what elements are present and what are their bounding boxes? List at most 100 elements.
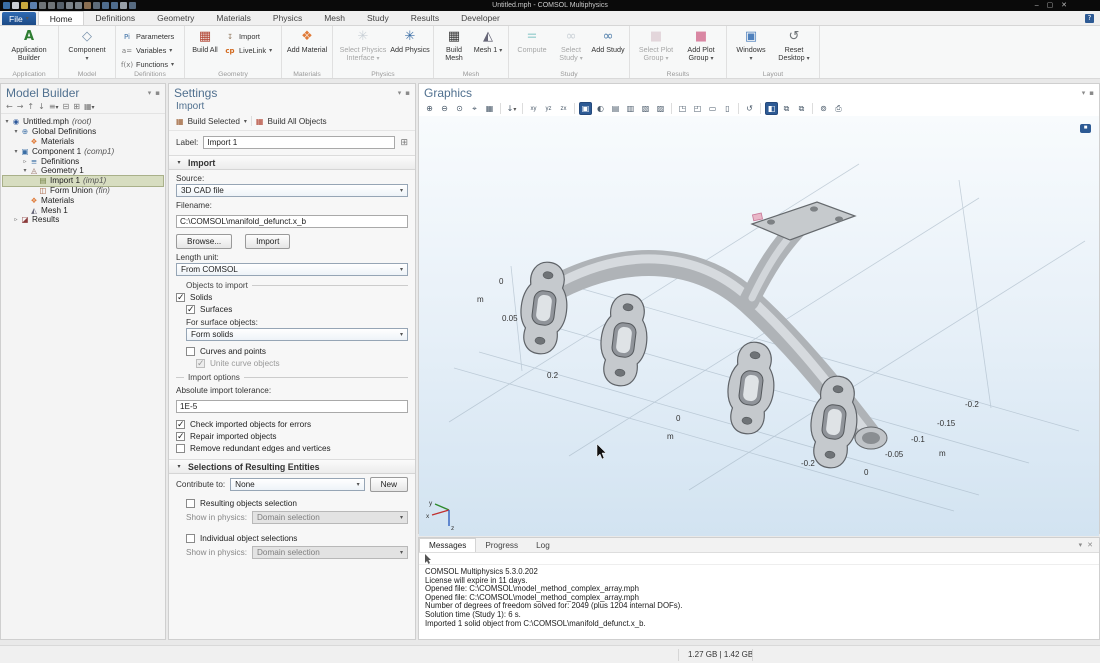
viewport-context-icon[interactable]: ■ — [1080, 124, 1091, 133]
tab-developer[interactable]: Developer — [450, 11, 511, 25]
image-to-clipboard-icon[interactable]: ◰ — [691, 102, 704, 115]
zoom-extents-icon[interactable]: ⌖ — [468, 102, 481, 115]
check-errors-checkbox[interactable] — [176, 420, 185, 429]
reset-current-view-icon[interactable]: ↺ — [743, 102, 756, 115]
solids-checkbox-row[interactable]: Solids — [176, 293, 408, 302]
expander-icon[interactable]: ▹ — [21, 158, 29, 165]
tab-messages[interactable]: Messages — [419, 538, 476, 552]
tab-mesh[interactable]: Mesh — [313, 11, 356, 25]
collapse-all-icon[interactable]: ⊟ — [63, 102, 70, 111]
pin-icon[interactable]: ▪ — [155, 89, 160, 97]
close-icon[interactable]: ✕ — [1087, 541, 1093, 549]
show-filter-icon[interactable]: ≡▾ — [49, 102, 59, 111]
build-all-objects-button[interactable]: Build All Objects — [267, 117, 326, 126]
pointer-icon[interactable] — [424, 554, 432, 564]
tab-progress[interactable]: Progress — [476, 538, 527, 552]
tree-item-materials-global[interactable]: ❖ Materials — [3, 137, 163, 147]
import-button-ribbon[interactable]: ↧ Import — [222, 30, 278, 43]
tab-home[interactable]: Home — [38, 11, 85, 25]
selection-colors-icon[interactable]: ◧ — [765, 102, 778, 115]
repair-checkbox[interactable] — [176, 432, 185, 441]
section-selections[interactable]: ▾Selections of Resulting Entities — [169, 459, 415, 474]
add-physics-button[interactable]: ✳ Add Physics — [390, 28, 430, 54]
label-input[interactable] — [203, 136, 395, 149]
tab-geometry[interactable]: Geometry — [146, 11, 205, 25]
remove-redundant-checkbox-row[interactable]: Remove redundant edges and vertices — [176, 444, 408, 453]
label-options-icon[interactable]: ⊞ — [400, 138, 408, 148]
tab-definitions[interactable]: Definitions — [84, 11, 146, 25]
build-all-button[interactable]: ▦ Build All — [188, 28, 222, 54]
transparency-icon[interactable]: ◐ — [594, 102, 607, 115]
wireframe-rendering-icon[interactable]: ▤ — [609, 102, 622, 115]
tab-physics[interactable]: Physics — [262, 11, 313, 25]
build-selected-button[interactable]: Build Selected — [188, 117, 240, 126]
mesh-1-button[interactable]: ◭ Mesh 1 ▾ — [471, 28, 505, 55]
abs-tolerance-input[interactable] — [176, 400, 408, 413]
tree-item-form-union[interactable]: ◫ Form Union(fin) — [3, 186, 163, 196]
variables-button[interactable]: a= Variables▾ — [119, 44, 181, 57]
tab-results[interactable]: Results — [400, 11, 450, 25]
move-up-icon[interactable]: ↑ — [27, 102, 34, 111]
image-snapshot-icon[interactable]: ◳ — [676, 102, 689, 115]
import-action-button[interactable]: Import — [245, 234, 290, 249]
tree-item-root[interactable]: ▾ ◉ Untitled.mph(root) — [3, 117, 163, 127]
contribute-to-select[interactable]: None▾ — [230, 478, 364, 491]
panel-menu-icon[interactable]: ▾ — [398, 89, 402, 97]
for-surface-objects-select[interactable]: Form solids▾ — [186, 328, 408, 341]
functions-button[interactable]: f(x) Functions▾ — [119, 58, 181, 71]
repair-checkbox-row[interactable]: Repair imported objects — [176, 432, 408, 441]
copy-plot-icon[interactable]: ⧉ — [780, 102, 793, 115]
build-mesh-button[interactable]: ▦ Build Mesh — [437, 28, 471, 63]
expander-icon[interactable]: ▹ — [12, 216, 20, 223]
surfaces-checkbox-row[interactable]: Surfaces — [186, 305, 408, 314]
panel-menu-icon[interactable]: ▾ — [148, 89, 152, 97]
add-study-button[interactable]: ∞ Add Study — [590, 28, 626, 54]
tree-item-global-definitions[interactable]: ▾ ⊕ Global Definitions — [3, 127, 163, 137]
reset-desktop-button[interactable]: ↺ Reset Desktop ▾ — [772, 28, 816, 63]
source-select[interactable]: 3D CAD file▾ — [176, 184, 408, 197]
individual-selections-checkbox[interactable] — [186, 534, 195, 543]
show-hidden-icon[interactable]: ▧ — [639, 102, 652, 115]
panel-menu-icon[interactable]: ▾ — [1079, 541, 1083, 549]
zoom-box-icon[interactable]: ▦ — [483, 102, 496, 115]
go-to-default-view-icon[interactable]: ↓▾ — [505, 102, 518, 115]
duplicate-plot-icon[interactable]: ⧉ — [795, 102, 808, 115]
application-builder-button[interactable]: A Application Builder — [3, 28, 55, 63]
tree-item-mesh-1[interactable]: ◭ Mesh 1 — [3, 205, 163, 215]
tree-item-results[interactable]: ▹ ◪ Results — [3, 215, 163, 225]
panel-menu-icon[interactable]: ▾ — [1082, 89, 1086, 97]
new-button[interactable]: New — [370, 477, 408, 492]
individual-selections-checkbox-row[interactable]: Individual object selections — [186, 534, 408, 543]
remove-redundant-checkbox[interactable] — [176, 444, 185, 453]
node-options-icon[interactable]: ▦▾ — [84, 102, 95, 111]
livelink-button[interactable]: cp LiveLink▾ — [222, 44, 278, 57]
forward-icon[interactable]: → — [17, 102, 24, 111]
section-import[interactable]: ▾Import — [169, 155, 415, 170]
tab-log[interactable]: Log — [527, 538, 559, 552]
windows-button[interactable]: ▣ Windows▾ — [730, 28, 772, 63]
tree-item-import-1[interactable]: ▤ Import 1(imp1) — [3, 176, 163, 186]
curves-points-checkbox-row[interactable]: Curves and points — [186, 347, 408, 356]
tree-item-materials-component[interactable]: ❖ Materials — [3, 195, 163, 205]
camera-snapshot-icon[interactable]: ⊚ — [817, 102, 830, 115]
zoom-in-icon[interactable]: ⊕ — [423, 102, 436, 115]
length-unit-select[interactable]: From COMSOL▾ — [176, 263, 408, 276]
parameters-button[interactable]: Pi Parameters — [119, 30, 181, 43]
help-icon[interactable]: ? — [1085, 14, 1094, 23]
check-errors-checkbox-row[interactable]: Check imported objects for errors — [176, 420, 408, 429]
graphics-viewport[interactable]: 0 m 0.05 0.2 0 m -0.2 0 -0.2 -0.15 -0.1 … — [419, 116, 1099, 536]
browse-button[interactable]: Browse... — [176, 234, 232, 249]
add-material-button[interactable]: ❖ Add Material — [285, 28, 329, 54]
deselect-all-icon[interactable]: ▯ — [721, 102, 734, 115]
print-icon[interactable]: ⎙ — [832, 102, 845, 115]
expander-icon[interactable]: ▾ — [3, 118, 11, 125]
solids-checkbox[interactable] — [176, 293, 185, 302]
select-box-icon[interactable]: ▨ — [654, 102, 667, 115]
zoom-to-selection-icon[interactable]: ⊙ — [453, 102, 466, 115]
expander-icon[interactable]: ▾ — [12, 128, 20, 135]
resulting-selection-checkbox[interactable] — [186, 499, 195, 508]
component-button[interactable]: ◇ Component▾ — [62, 28, 112, 63]
zoom-out-icon[interactable]: ⊖ — [438, 102, 451, 115]
move-down-icon[interactable]: ↓ — [38, 102, 45, 111]
tab-materials[interactable]: Materials — [205, 11, 261, 25]
